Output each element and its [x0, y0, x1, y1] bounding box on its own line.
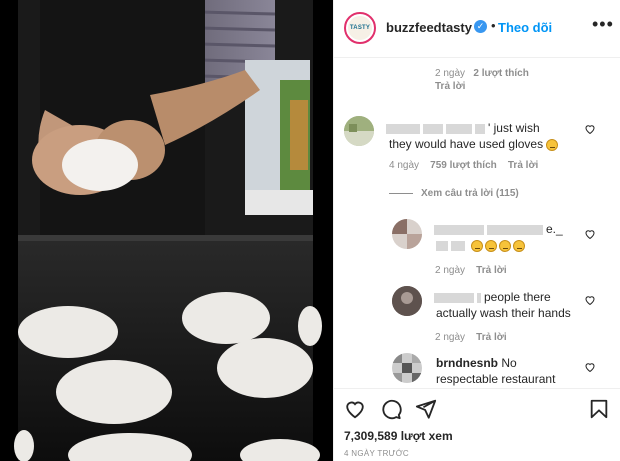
emoji-icon: [471, 239, 484, 252]
reply-like-heart-icon[interactable]: [584, 294, 596, 306]
redacted-text: [423, 123, 443, 134]
reply-text: people there: [434, 289, 551, 305]
redacted-text: [475, 123, 485, 134]
redacted-text: [446, 123, 472, 134]
avatar-image: [392, 286, 422, 316]
reply-label[interactable]: Trả lời: [435, 81, 465, 92]
account-username[interactable]: buzzfeedtasty: [386, 20, 472, 35]
reply-text: e._: [434, 221, 563, 237]
follow-button[interactable]: Theo dõi: [498, 20, 552, 35]
comment-time: 2 ngày: [435, 68, 466, 79]
comment-text: ' just wish: [386, 120, 540, 136]
reply-text-tail: e._: [546, 222, 563, 236]
comment-text-line2: they would have used gloves: [389, 137, 544, 151]
share-icon[interactable]: [415, 398, 437, 420]
redacted-username: [434, 224, 484, 235]
comment-reply-button[interactable]: Trả lời: [508, 160, 538, 171]
post-header: TASTY buzzfeedtasty ✓ • Theo dõi •••: [334, 0, 620, 58]
header-separator: •: [491, 18, 496, 33]
reply-like-heart-icon[interactable]: [584, 361, 596, 373]
heart-icon[interactable]: [344, 398, 366, 420]
replies-divider: [389, 192, 413, 194]
avatar-image: [344, 116, 374, 146]
reply-emojis: [436, 237, 527, 253]
reply-time: 2 ngày: [435, 265, 466, 276]
reply-text-tail: people there: [484, 290, 551, 304]
post-video[interactable]: [0, 0, 333, 461]
reply-username[interactable]: brndnesnb: [436, 356, 498, 370]
redacted-username: [386, 123, 420, 134]
more-options-icon[interactable]: •••: [592, 14, 614, 35]
avatar[interactable]: [392, 353, 422, 383]
comments-list[interactable]: 2 ngày 2 lượt thích Trả lời ' just wish …: [334, 59, 620, 388]
reply-meta: 2 ngày Trả lời: [435, 332, 507, 343]
account-avatar[interactable]: TASTY: [344, 12, 376, 44]
reply-text: brndnesnb No: [436, 355, 517, 371]
comment-icon[interactable]: [380, 398, 402, 420]
avatar[interactable]: [344, 116, 374, 146]
view-count[interactable]: 7,309,589 lượt xem: [344, 429, 453, 443]
reply-text-line: respectable restaurant: [436, 371, 555, 387]
reply-text-line: actually wash their hands: [436, 305, 571, 321]
reply-button[interactable]: Trả lời: [476, 332, 506, 343]
emoji-icon: [513, 239, 526, 252]
comment-time: 4 ngày: [389, 160, 420, 171]
reply-text-line2: respectable restaurant: [436, 372, 556, 386]
comment-like-heart-icon[interactable]: [584, 123, 596, 135]
redacted-text: [436, 240, 448, 251]
upside-down-face-emoji-icon: [546, 138, 559, 151]
redacted-text: [477, 292, 481, 303]
avatar[interactable]: [392, 286, 422, 316]
video-frame: [0, 0, 333, 461]
reply-like-heart-icon[interactable]: [584, 228, 596, 240]
emoji-icon: [485, 239, 498, 252]
avatar[interactable]: [392, 219, 422, 249]
comment-text-tail: ' just wish: [488, 121, 540, 135]
comment-meta: 2 ngày 2 lượt thích: [435, 68, 529, 79]
view-replies-button[interactable]: Xem câu trả lời (115): [389, 188, 519, 199]
comment-text-line: they would have used gloves: [389, 136, 560, 152]
post-timestamp[interactable]: 4 NGÀY TRƯỚC: [344, 449, 409, 458]
avatar-image: [392, 219, 422, 249]
comment-likes[interactable]: 2 lượt thích: [473, 68, 528, 79]
reply-meta: 2 ngày Trả lời: [435, 265, 507, 276]
comment-likes[interactable]: 759 lượt thích: [430, 160, 497, 171]
reply-text-tail: No: [501, 356, 517, 370]
comment-meta: 4 ngày 759 lượt thích Trả lời: [389, 160, 538, 171]
post-sidebar: TASTY buzzfeedtasty ✓ • Theo dõi ••• 2 n…: [333, 0, 620, 461]
comment-reply-button[interactable]: Trả lời: [435, 81, 465, 92]
bookmark-icon[interactable]: [588, 398, 610, 420]
verified-badge-icon: ✓: [474, 20, 487, 33]
avatar-image: [392, 353, 422, 383]
emoji-icon: [499, 239, 512, 252]
redacted-text: [487, 224, 543, 235]
redacted-text: [451, 240, 465, 251]
redacted-username: [434, 292, 474, 303]
reply-button[interactable]: Trả lời: [476, 265, 506, 276]
avatar-logo: TASTY: [348, 16, 372, 40]
reply-time: 2 ngày: [435, 332, 466, 343]
reply-text-line2: actually wash their hands: [436, 306, 571, 320]
view-replies-label[interactable]: Xem câu trả lời (115): [421, 188, 519, 199]
post-footer: 7,309,589 lượt xem 4 NGÀY TRƯỚC: [334, 388, 620, 461]
